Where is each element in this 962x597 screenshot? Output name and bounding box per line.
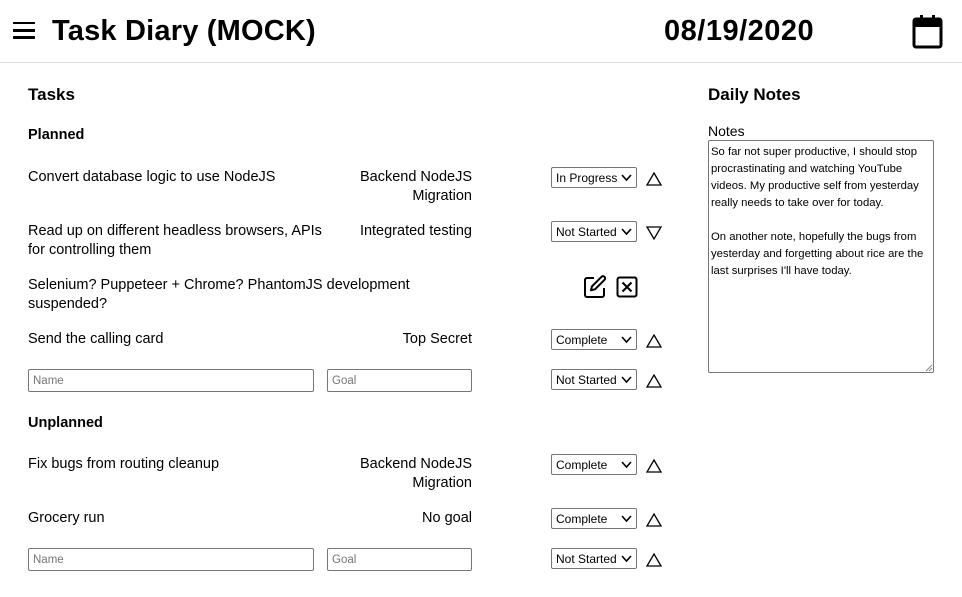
- status-select[interactable]: Complete: [551, 508, 637, 529]
- status-select[interactable]: Complete: [551, 454, 637, 475]
- triangle-up-icon[interactable]: [645, 552, 663, 568]
- status-select[interactable]: In Progress: [551, 167, 637, 188]
- chevron-down-icon: [621, 515, 632, 523]
- status-select[interactable]: Not Started: [551, 548, 637, 569]
- status-select-value: Not Started: [556, 225, 617, 239]
- tasks-heading: Tasks: [28, 85, 75, 104]
- chevron-down-icon: [621, 461, 632, 469]
- chevron-down-icon: [621, 376, 632, 384]
- page-title: Task Diary (MOCK): [52, 15, 316, 47]
- planned-heading: Planned: [28, 127, 85, 143]
- status-select[interactable]: Not Started: [551, 221, 637, 242]
- chevron-down-icon: [621, 174, 632, 182]
- task-goal: No goal: [422, 510, 472, 526]
- notes-textarea[interactable]: So far not super productive, I should st…: [708, 140, 934, 373]
- status-select[interactable]: Complete: [551, 329, 637, 350]
- status-select-value: Complete: [556, 458, 608, 472]
- status-select-value: Complete: [556, 512, 608, 526]
- status-select[interactable]: Not Started: [551, 369, 637, 390]
- new-task-name-input[interactable]: [28, 369, 314, 392]
- unplanned-heading: Unplanned: [28, 415, 103, 431]
- triangle-up-icon[interactable]: [645, 373, 663, 389]
- resize-handle-icon[interactable]: [925, 364, 933, 372]
- task-name: Send the calling card: [28, 331, 164, 347]
- hamburger-menu-icon[interactable]: [13, 22, 35, 39]
- status-select-value: In Progress: [556, 171, 618, 185]
- new-task-goal-input[interactable]: [327, 369, 472, 392]
- triangle-up-icon[interactable]: [645, 333, 663, 349]
- chevron-down-icon: [621, 228, 632, 236]
- new-task-goal-input[interactable]: [327, 548, 472, 571]
- close-icon[interactable]: [616, 276, 638, 298]
- task-goal: Backend NodeJS Migration: [359, 169, 472, 204]
- triangle-down-icon[interactable]: [645, 225, 663, 241]
- notes-label: Notes: [708, 123, 745, 139]
- top-bar: Task Diary (MOCK) 08/19/2020: [0, 0, 962, 63]
- task-name: Read up on different headless browsers, …: [28, 223, 322, 258]
- chevron-down-icon: [621, 336, 632, 344]
- daily-notes-heading: Daily Notes: [708, 85, 801, 104]
- status-select-value: Not Started: [556, 552, 617, 566]
- task-name: Grocery run: [28, 510, 105, 526]
- chevron-down-icon: [621, 555, 632, 563]
- task-goal: Integrated testing: [359, 223, 472, 239]
- new-task-name-input[interactable]: [28, 548, 314, 571]
- task-name: Convert database logic to use NodeJS: [28, 169, 276, 185]
- task-goal: Backend NodeJS Migration: [359, 456, 472, 491]
- status-select-value: Complete: [556, 333, 608, 347]
- edit-icon[interactable]: [583, 275, 607, 299]
- status-select-value: Not Started: [556, 373, 617, 387]
- task-name: Fix bugs from routing cleanup: [28, 456, 220, 472]
- current-date: 08/19/2020: [664, 15, 815, 47]
- triangle-up-icon[interactable]: [645, 171, 663, 187]
- task-name: Selenium? Puppeteer + Chrome? PhantomJS …: [28, 277, 410, 312]
- triangle-up-icon[interactable]: [645, 458, 663, 474]
- calendar-icon[interactable]: [911, 14, 944, 50]
- triangle-up-icon[interactable]: [645, 512, 663, 528]
- task-goal: Top Secret: [402, 331, 472, 347]
